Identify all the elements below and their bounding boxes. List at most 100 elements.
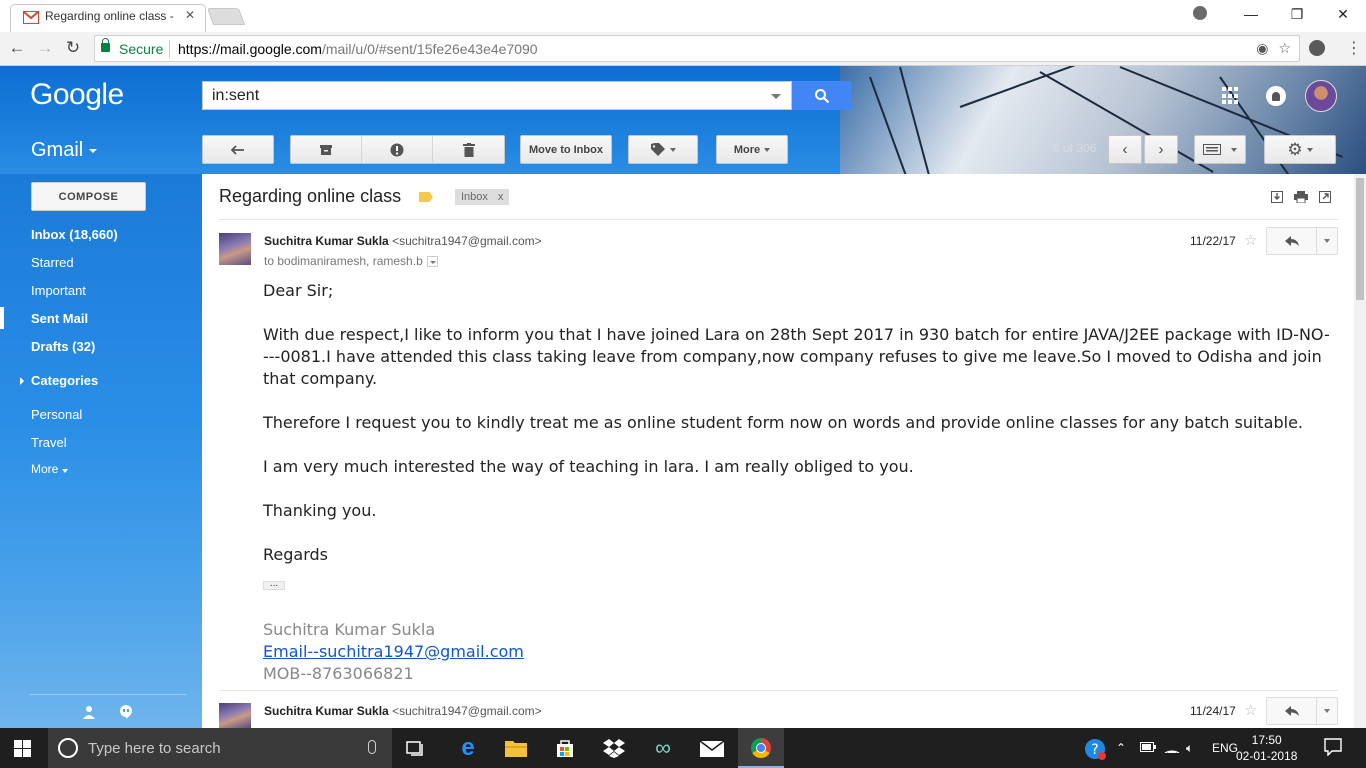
more-reply-options-icon[interactable] bbox=[1317, 698, 1337, 724]
sidebar-item-travel[interactable]: Travel bbox=[31, 435, 67, 450]
contacts-person-icon[interactable] bbox=[81, 704, 97, 720]
sidebar-item-drafts[interactable]: Drafts (32) bbox=[31, 339, 95, 354]
signature: Suchitra Kumar Sukla Email--suchitra1947… bbox=[263, 619, 524, 685]
account-avatar[interactable] bbox=[1305, 80, 1337, 112]
reply-icon[interactable] bbox=[1267, 228, 1317, 254]
taskbar-search[interactable]: Type here to search bbox=[48, 728, 392, 768]
store-icon[interactable] bbox=[551, 734, 579, 762]
reply-icon[interactable] bbox=[1267, 698, 1317, 724]
new-tab-button[interactable] bbox=[206, 8, 246, 25]
show-hidden-icons-icon[interactable]: ⌃ bbox=[1116, 741, 1126, 755]
more-actions-button[interactable]: More bbox=[716, 135, 788, 164]
infinity-app-icon[interactable]: ∞ bbox=[649, 734, 677, 762]
show-details-icon[interactable] bbox=[426, 256, 438, 268]
file-explorer-icon[interactable] bbox=[502, 734, 530, 762]
gmail-menu[interactable]: Gmail bbox=[31, 139, 98, 162]
compose-button[interactable]: COMPOSE bbox=[31, 182, 146, 211]
signature-email-link[interactable]: Email--suchitra1947@gmail.com bbox=[263, 641, 524, 663]
reload-icon[interactable]: ↻ bbox=[62, 37, 84, 59]
sidebar-item-important[interactable]: Important bbox=[31, 283, 86, 298]
label-tag-icon bbox=[650, 143, 665, 156]
clock-date: 02-01-2018 bbox=[1236, 749, 1298, 763]
browser-tab[interactable]: Regarding online class - ✕ bbox=[10, 4, 206, 32]
sidebar-item-more[interactable]: More bbox=[31, 462, 69, 476]
browser-profile-icon[interactable] bbox=[1193, 6, 1207, 20]
sidebar-item-personal[interactable]: Personal bbox=[31, 407, 82, 422]
scrollbar-thumb[interactable] bbox=[1356, 178, 1364, 300]
show-trimmed-content-button[interactable]: ... bbox=[263, 580, 285, 590]
report-spam-icon[interactable] bbox=[362, 136, 433, 163]
back-to-sent-button[interactable] bbox=[202, 135, 274, 164]
url-text[interactable]: https://mail.google.com/mail/u/0/#sent/1… bbox=[178, 41, 538, 57]
action-center-icon[interactable] bbox=[1324, 738, 1342, 759]
print-icon[interactable] bbox=[1294, 191, 1308, 203]
volume-icon[interactable]: 🔈︎ bbox=[1186, 741, 1193, 756]
forward-icon[interactable]: → bbox=[34, 37, 56, 59]
apps-grid-icon[interactable] bbox=[1222, 87, 1240, 105]
labels-button[interactable] bbox=[628, 135, 698, 164]
input-tools-button[interactable] bbox=[1194, 135, 1246, 164]
archive-icon[interactable] bbox=[291, 136, 362, 163]
search-icon bbox=[815, 88, 830, 103]
taskbar-clock[interactable]: 17:50 02-01-2018 bbox=[1236, 732, 1297, 764]
delete-icon[interactable] bbox=[433, 136, 504, 163]
url-host: https://mail.google.com bbox=[178, 41, 322, 57]
message-divider bbox=[219, 690, 1338, 691]
search-options-caret-icon[interactable] bbox=[771, 94, 781, 99]
sidebar-item-starred[interactable]: Starred bbox=[31, 255, 74, 270]
bookmark-star-icon[interactable]: ☆ bbox=[1278, 40, 1291, 57]
star-icon[interactable]: ☆ bbox=[1244, 701, 1257, 719]
microphone-icon[interactable] bbox=[368, 740, 376, 754]
back-icon[interactable]: ← bbox=[6, 37, 28, 59]
older-button[interactable]: › bbox=[1144, 135, 1178, 164]
address-bar[interactable]: Secure https://mail.google.com/mail/u/0/… bbox=[94, 35, 1300, 62]
gmail-label: Gmail bbox=[31, 139, 84, 161]
edge-browser-icon[interactable]: e bbox=[454, 734, 482, 762]
extension-icon[interactable] bbox=[1309, 40, 1325, 56]
language-indicator[interactable]: ENG bbox=[1212, 741, 1238, 755]
tab-close-icon[interactable]: ✕ bbox=[185, 8, 195, 22]
restore-icon[interactable]: ❐ bbox=[1274, 0, 1320, 28]
close-window-icon[interactable]: ✕ bbox=[1320, 0, 1366, 28]
sender-avatar[interactable] bbox=[219, 703, 251, 728]
wifi-icon[interactable] bbox=[1164, 741, 1180, 756]
star-icon[interactable]: ☆ bbox=[1244, 231, 1257, 249]
eye-icon[interactable]: ◉ bbox=[1256, 40, 1268, 57]
message-body: Dear Sir; With due respect,I like to inf… bbox=[263, 280, 1333, 592]
sidebar-item-categories[interactable]: Categories bbox=[31, 373, 98, 388]
sidebar-item-sent[interactable]: Sent Mail bbox=[31, 311, 88, 326]
labels-caret-icon bbox=[669, 147, 676, 152]
notifications-icon[interactable] bbox=[1266, 86, 1286, 106]
google-logo[interactable]: Google bbox=[30, 78, 124, 112]
mail-icon[interactable] bbox=[698, 734, 726, 762]
new-window-icon[interactable] bbox=[1318, 191, 1332, 203]
move-to-inbox-button[interactable]: Move to Inbox bbox=[520, 135, 612, 164]
sidebar-item-inbox[interactable]: Inbox (18,660) bbox=[31, 227, 118, 242]
reply-button-group bbox=[1266, 697, 1338, 725]
browser-menu-icon[interactable]: ⋮ bbox=[1346, 38, 1362, 58]
settings-button[interactable]: ⚙ bbox=[1264, 135, 1336, 164]
body-paragraph: Therefore I request you to kindly treat … bbox=[263, 413, 1304, 432]
back-arrow-icon bbox=[231, 144, 244, 155]
remove-label-icon[interactable]: x bbox=[498, 191, 504, 203]
minimize-icon[interactable]: — bbox=[1228, 0, 1274, 28]
url-path: /mail/u/0/#sent/15fe26e43e4e7090 bbox=[321, 41, 538, 57]
sender-avatar[interactable] bbox=[219, 233, 251, 265]
thread-subject: Regarding online class bbox=[219, 186, 402, 206]
windows-start-icon[interactable] bbox=[14, 740, 32, 757]
expand-categories-icon[interactable] bbox=[20, 377, 24, 385]
hangouts-icon[interactable] bbox=[118, 704, 134, 720]
dropbox-icon[interactable] bbox=[600, 734, 628, 762]
signature-mobile: MOB--8763066821 bbox=[263, 664, 414, 683]
help-icon[interactable]: ? bbox=[1084, 738, 1106, 763]
more-reply-options-icon[interactable] bbox=[1317, 228, 1337, 254]
search-button[interactable] bbox=[792, 81, 852, 110]
inbox-label-chip[interactable]: Inbox x bbox=[455, 189, 510, 205]
svg-text:?: ? bbox=[1091, 742, 1098, 758]
task-view-icon[interactable] bbox=[402, 734, 430, 762]
newer-button[interactable]: ‹ bbox=[1108, 135, 1142, 164]
expand-all-icon[interactable] bbox=[1270, 191, 1284, 203]
message-date: 11/24/17 bbox=[1190, 704, 1236, 718]
battery-icon[interactable] bbox=[1140, 741, 1156, 755]
search-input[interactable]: in:sent bbox=[202, 81, 792, 110]
